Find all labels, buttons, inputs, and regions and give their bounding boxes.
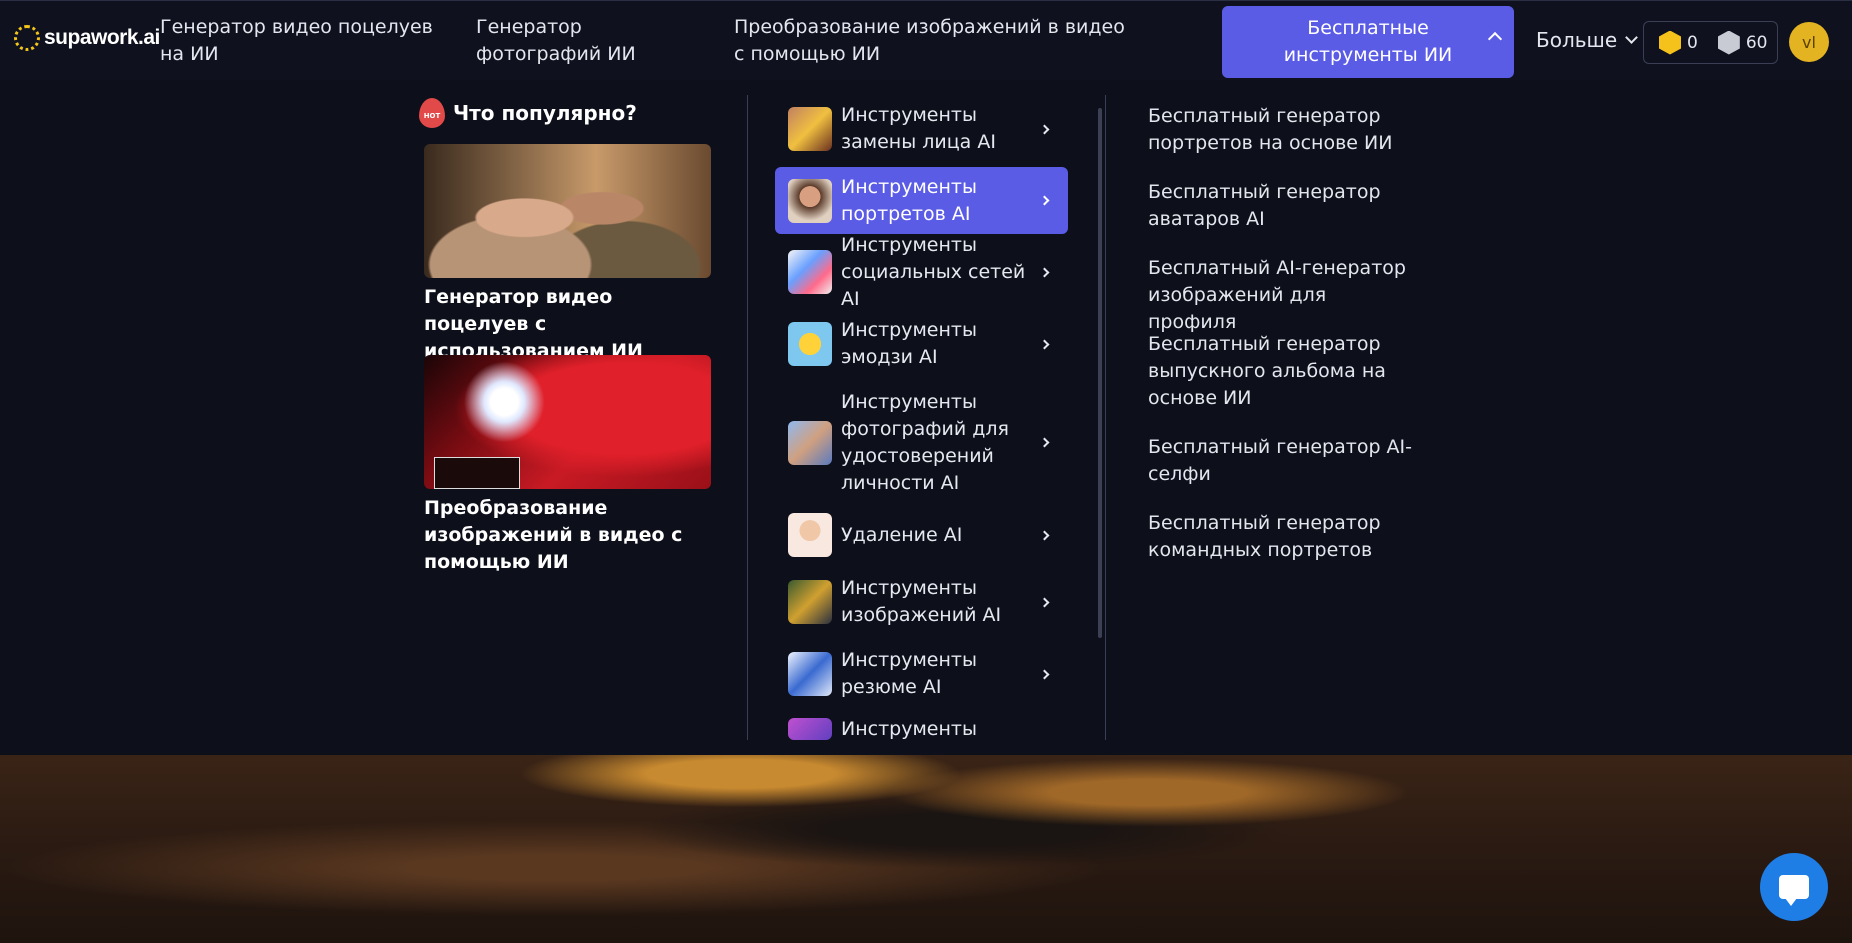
logo-icon — [14, 25, 40, 51]
video-tools-icon — [788, 718, 832, 740]
column-divider — [747, 95, 748, 740]
nav-link-image-to-video[interactable]: Преобразование изображений в видео с пом… — [734, 14, 1134, 68]
hot-fire-icon: HOT — [419, 98, 445, 128]
silver-credits-count: 60 — [1745, 32, 1768, 53]
popular-title: Что популярно? — [453, 101, 637, 125]
nav-link-kiss-video[interactable]: Генератор видео поцелуев на ИИ — [160, 14, 450, 68]
category-label: Инструменты эмодзи AI — [841, 319, 977, 368]
image-tools-icon — [788, 580, 832, 624]
subitem-profile-image-generator[interactable]: Бесплатный AI-генератор изображений для … — [1148, 255, 1418, 336]
category-label: Инструменты портретов AI — [841, 175, 977, 225]
chevron-right-icon — [1039, 597, 1050, 607]
category-social-media[interactable]: Инструменты социальных сетей AI — [775, 234, 1068, 310]
face-swap-icon — [788, 107, 832, 151]
gold-coin-icon — [1659, 30, 1681, 55]
social-media-icon — [788, 250, 832, 294]
image-to-video-thumbnail — [424, 355, 711, 489]
column-divider — [1105, 95, 1106, 740]
top-nav-bar: supawork.ai Генератор видео поцелуев на … — [0, 0, 1852, 80]
more-menu-button[interactable]: Больше — [1536, 28, 1639, 52]
avatar-initials: vl — [1802, 32, 1816, 52]
subitem-portrait-generator[interactable]: Бесплатный генератор портретов на основе… — [1148, 103, 1418, 157]
portrait-icon — [788, 178, 832, 223]
chevron-up-icon — [1487, 31, 1503, 47]
emoji-icon — [788, 322, 832, 366]
gold-credits-count: 0 — [1687, 32, 1698, 53]
subitem-yearbook-generator[interactable]: Бесплатный генератор выпускного альбома … — [1148, 331, 1418, 412]
user-avatar[interactable]: vl — [1789, 22, 1829, 62]
logo-text: supawork.ai — [44, 26, 160, 49]
category-portraits[interactable]: Инструменты портретов AI — [775, 167, 1068, 234]
category-label: Инструменты резюме AI — [841, 649, 977, 698]
category-label: Инструменты социальных сетей AI — [841, 233, 1026, 310]
subitem-avatar-generator[interactable]: Бесплатный генератор аватаров AI — [1148, 179, 1418, 233]
category-image-tools[interactable]: Инструменты изображений AI — [775, 571, 1068, 633]
chevron-right-icon — [1039, 195, 1050, 206]
nav-free-ai-tools-label: Бесплатные инструменты ИИ — [1283, 17, 1453, 66]
category-label: Удаление AI — [841, 523, 963, 546]
chevron-right-icon — [1039, 669, 1050, 679]
popular-card-title: Генератор видео поцелуев с использование… — [424, 286, 643, 362]
nav-free-ai-tools-button[interactable]: Бесплатные инструменты ИИ — [1222, 6, 1514, 78]
category-id-photo[interactable]: Инструменты фотографий для удостоверений… — [775, 385, 1068, 500]
subitem-selfie-generator[interactable]: Бесплатный генератор AI-селфи — [1148, 434, 1418, 488]
popular-card-image-to-video[interactable]: Преобразование изображений в видео с пом… — [424, 355, 711, 576]
category-scrollbar[interactable] — [1098, 108, 1102, 638]
category-face-swap[interactable]: Инструменты замены лица AI — [775, 98, 1068, 160]
chat-bubble-icon — [1779, 875, 1809, 906]
chevron-down-icon — [1625, 30, 1639, 44]
id-photo-icon — [788, 420, 832, 465]
kiss-video-thumbnail — [424, 144, 711, 278]
category-label: Инструменты видео — [841, 718, 977, 740]
chevron-right-icon — [1039, 530, 1050, 540]
category-label: Инструменты фотографий для удостоверений… — [841, 390, 1009, 494]
category-emoji[interactable]: Инструменты эмодзи AI — [775, 313, 1068, 375]
chevron-right-icon — [1039, 267, 1050, 277]
chat-support-button[interactable] — [1760, 853, 1828, 921]
logo[interactable]: supawork.ai — [14, 25, 160, 51]
silver-coin-icon — [1717, 30, 1740, 55]
hero-background-image — [0, 755, 1852, 943]
category-label: Инструменты замены лица AI — [841, 104, 996, 153]
resume-icon — [788, 652, 832, 696]
nav-link-photo-generator[interactable]: Генератор фотографий ИИ — [476, 14, 711, 68]
chevron-right-icon — [1039, 339, 1050, 349]
category-resume[interactable]: Инструменты резюме AI — [775, 643, 1068, 705]
chevron-right-icon — [1039, 124, 1050, 134]
credits-display[interactable]: 0 60 — [1643, 21, 1778, 64]
inset-preview — [434, 457, 520, 489]
popular-card-kiss-video[interactable]: Генератор видео поцелуев с использование… — [424, 144, 711, 365]
category-label: Инструменты изображений AI — [841, 577, 1002, 626]
category-video-tools[interactable]: Инструменты видео — [775, 718, 1068, 740]
category-removal[interactable]: Удаление AI — [775, 510, 1068, 560]
popular-card-title: Преобразование изображений в видео с пом… — [424, 497, 683, 573]
subitem-team-portrait-generator[interactable]: Бесплатный генератор командных портретов — [1148, 510, 1418, 564]
chevron-right-icon — [1039, 437, 1050, 448]
popular-heading: HOT Что популярно? — [419, 98, 637, 128]
more-label: Больше — [1536, 28, 1618, 52]
removal-icon — [788, 513, 832, 557]
